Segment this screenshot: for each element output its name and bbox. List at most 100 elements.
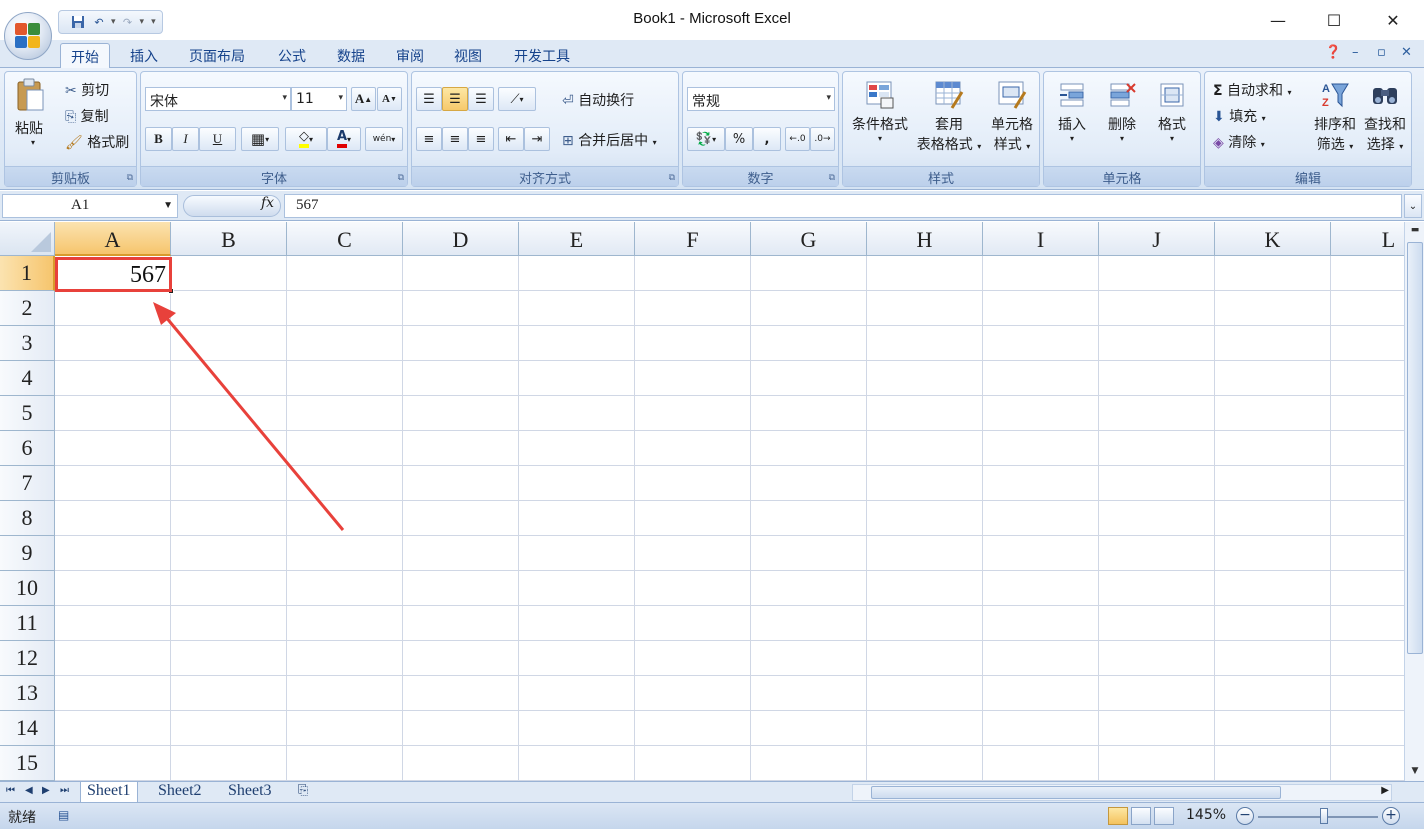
macro-record-icon[interactable]: ▤ bbox=[58, 808, 69, 822]
ribbon-close-icon[interactable]: ✕ bbox=[1401, 45, 1412, 60]
font-color-button[interactable]: A ▾ bbox=[327, 127, 361, 151]
help-icon[interactable]: ❓ bbox=[1325, 45, 1341, 60]
row-header-3[interactable]: 3 bbox=[0, 326, 55, 361]
row-header-7[interactable]: 7 bbox=[0, 466, 55, 501]
formula-input[interactable]: 567 bbox=[284, 194, 1402, 218]
row-header-8[interactable]: 8 bbox=[0, 501, 55, 536]
number-format-combo[interactable]: 常规 ▾ bbox=[687, 87, 835, 111]
row-header-11[interactable]: 11 bbox=[0, 606, 55, 641]
column-header-j[interactable]: J bbox=[1099, 222, 1215, 256]
format-cells-button[interactable]: 格式 ▾ bbox=[1152, 80, 1192, 143]
decrease-decimal-button[interactable]: .0→ bbox=[810, 127, 835, 151]
align-top-button[interactable]: ☰ bbox=[416, 87, 442, 111]
normal-view-button[interactable] bbox=[1108, 807, 1128, 825]
paste-button[interactable]: 粘贴 ▾ bbox=[15, 78, 51, 147]
row-header-5[interactable]: 5 bbox=[0, 396, 55, 431]
align-center-button[interactable]: ≡ bbox=[442, 127, 468, 151]
clear-button[interactable]: ◈ 清除 ▾ bbox=[1213, 132, 1265, 152]
increase-indent-button[interactable]: ⇥ bbox=[524, 127, 550, 151]
number-launcher-icon[interactable]: ⧉ bbox=[829, 173, 835, 183]
ribbon-minimize-icon[interactable]: – bbox=[1352, 45, 1359, 60]
zoom-slider-thumb[interactable] bbox=[1320, 808, 1328, 824]
conditional-format-button[interactable]: 条件格式 ▾ bbox=[849, 80, 911, 143]
align-left-button[interactable]: ≡ bbox=[416, 127, 442, 151]
column-header-e[interactable]: E bbox=[519, 222, 635, 256]
row-header-12[interactable]: 12 bbox=[0, 641, 55, 676]
format-as-table-button[interactable]: 套用 表格格式 ▾ bbox=[913, 80, 985, 154]
align-bottom-button[interactable]: ☰ bbox=[468, 87, 494, 111]
select-all-button[interactable] bbox=[0, 222, 55, 256]
font-launcher-icon[interactable]: ⧉ bbox=[398, 173, 404, 183]
percent-button[interactable]: % bbox=[725, 127, 753, 151]
row-header-1[interactable]: 1 bbox=[0, 256, 55, 291]
zoom-level[interactable]: 145% bbox=[1186, 807, 1226, 823]
fill-color-button[interactable]: ◇ ▾ bbox=[285, 127, 327, 151]
maximize-button[interactable]: ☐ bbox=[1305, 0, 1363, 40]
find-select-button[interactable]: 查找和 选择 ▾ bbox=[1361, 80, 1409, 154]
sheet-tab-sheet2[interactable]: Sheet2 bbox=[158, 782, 202, 803]
delete-cells-button[interactable]: 删除 ▾ bbox=[1102, 80, 1142, 143]
format-painter-button[interactable]: 🖌 格式刷 bbox=[65, 132, 129, 152]
minimize-button[interactable]: — bbox=[1249, 0, 1307, 40]
cell-styles-button[interactable]: 单元格 样式 ▾ bbox=[985, 80, 1039, 154]
insert-function-icon[interactable]: fx bbox=[261, 195, 274, 211]
column-header-g[interactable]: G bbox=[751, 222, 867, 256]
row-header-6[interactable]: 6 bbox=[0, 431, 55, 466]
comma-button[interactable]: , bbox=[753, 127, 781, 151]
cut-button[interactable]: ✂ 剪切 bbox=[65, 80, 109, 100]
column-header-l[interactable]: L bbox=[1331, 222, 1404, 256]
column-header-i[interactable]: I bbox=[983, 222, 1099, 256]
tab-developer[interactable]: 开发工具 bbox=[504, 43, 580, 68]
column-header-f[interactable]: F bbox=[635, 222, 751, 256]
first-sheet-icon[interactable]: ⏮ bbox=[6, 785, 15, 796]
phonetic-button[interactable]: wén ▾ bbox=[365, 127, 403, 151]
italic-button[interactable]: I bbox=[172, 127, 199, 151]
tab-page-layout[interactable]: 页面布局 bbox=[179, 43, 255, 68]
row-header-14[interactable]: 14 bbox=[0, 711, 55, 746]
decrease-indent-button[interactable]: ⇤ bbox=[498, 127, 524, 151]
last-sheet-icon[interactable]: ⏭ bbox=[60, 785, 69, 796]
font-name-combo[interactable]: 宋体 ▾ bbox=[145, 87, 291, 111]
tab-formulas[interactable]: 公式 bbox=[268, 43, 316, 68]
border-button[interactable]: ▦ ▾ bbox=[241, 127, 279, 151]
insert-sheet-icon[interactable]: ⎘ bbox=[298, 782, 308, 803]
horizontal-scroll-thumb[interactable] bbox=[871, 786, 1281, 799]
tab-view[interactable]: 视图 bbox=[444, 43, 492, 68]
scroll-right-icon[interactable]: ▶ bbox=[1381, 785, 1389, 796]
bold-button[interactable]: B bbox=[145, 127, 172, 151]
row-header-13[interactable]: 13 bbox=[0, 676, 55, 711]
paste-dropdown-icon[interactable]: ▾ bbox=[15, 138, 51, 147]
name-box[interactable]: A1 ▼ bbox=[2, 194, 178, 218]
column-header-b[interactable]: B bbox=[171, 222, 287, 256]
autosum-button[interactable]: Σ 自动求和 ▾ bbox=[1213, 80, 1292, 100]
grow-font-button[interactable]: A ▲ bbox=[351, 87, 376, 111]
row-header-10[interactable]: 10 bbox=[0, 571, 55, 606]
font-size-combo[interactable]: 11 ▾ bbox=[291, 87, 347, 111]
sheet-tab-sheet1[interactable]: Sheet1 bbox=[80, 782, 138, 803]
worksheet-grid[interactable]: A B C D E F G H I J K L 1 2 3 4 5 6 7 8 9 10 11 12 13 14 15 567 bbox=[0, 222, 1404, 781]
wrap-text-button[interactable]: ⏎ 自动换行 bbox=[562, 90, 634, 110]
next-sheet-icon[interactable]: ▶ bbox=[42, 785, 50, 796]
tab-data[interactable]: 数据 bbox=[327, 43, 375, 68]
ribbon-restore-icon[interactable]: ▫ bbox=[1377, 45, 1386, 60]
sort-filter-button[interactable]: AZ 排序和 筛选 ▾ bbox=[1311, 80, 1359, 154]
tab-review[interactable]: 审阅 bbox=[386, 43, 434, 68]
close-button[interactable]: ✕ bbox=[1364, 0, 1422, 40]
row-header-2[interactable]: 2 bbox=[0, 291, 55, 326]
zoom-in-button[interactable]: + bbox=[1382, 807, 1400, 825]
orientation-button[interactable]: ⟋ ▾ bbox=[498, 87, 536, 111]
prev-sheet-icon[interactable]: ◀ bbox=[25, 785, 33, 796]
currency-button[interactable]: 💱 ▾ bbox=[687, 127, 725, 151]
tab-home[interactable]: 开始 bbox=[60, 43, 110, 68]
page-break-view-button[interactable] bbox=[1154, 807, 1174, 825]
fill-handle[interactable] bbox=[168, 288, 174, 294]
vertical-scroll-thumb[interactable] bbox=[1407, 242, 1423, 654]
horizontal-scrollbar[interactable]: ▶ bbox=[852, 784, 1392, 801]
insert-cells-button[interactable]: 插入 ▾ bbox=[1052, 80, 1092, 143]
alignment-launcher-icon[interactable]: ⧉ bbox=[669, 173, 675, 183]
split-box-icon[interactable]: ▬ bbox=[1407, 222, 1423, 238]
column-header-d[interactable]: D bbox=[403, 222, 519, 256]
zoom-out-button[interactable]: − bbox=[1236, 807, 1254, 825]
copy-button[interactable]: ⎘ 复制 bbox=[65, 106, 109, 126]
scroll-down-icon[interactable]: ▼ bbox=[1407, 763, 1423, 779]
